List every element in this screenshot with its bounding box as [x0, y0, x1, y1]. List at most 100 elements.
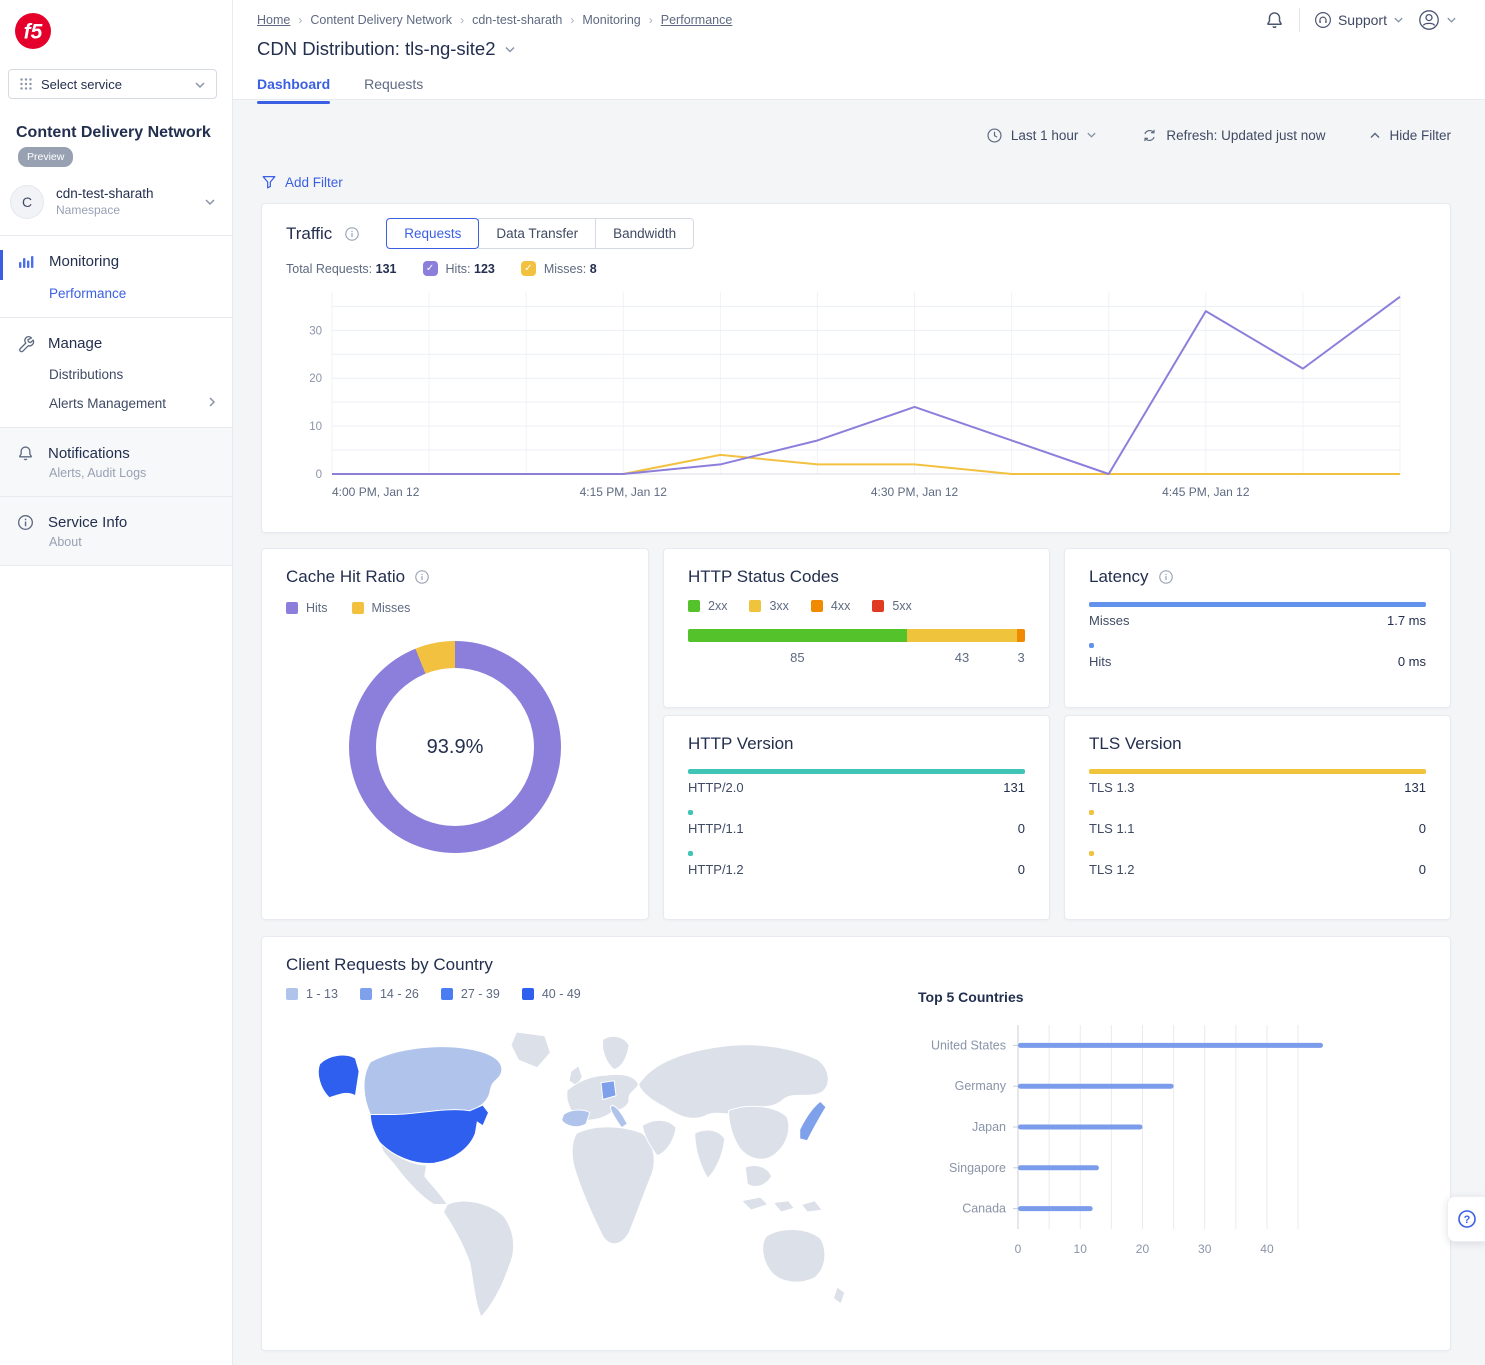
chevron-up-icon [1369, 131, 1381, 140]
traffic-tab-requests[interactable]: Requests [386, 218, 479, 249]
chevron-down-icon [1446, 16, 1457, 24]
add-filter-row: Add Filter [261, 169, 1451, 195]
bar-label: Hits [1089, 654, 1111, 669]
sidebar-item-service-info[interactable]: Service Info [16, 513, 216, 532]
total-requests-value: 131 [376, 262, 397, 276]
status-count-4xx: 3 [1017, 650, 1025, 665]
divider [1299, 8, 1300, 32]
chevron-down-icon[interactable] [504, 45, 516, 54]
sidebar-item-performance[interactable]: Performance [49, 286, 216, 301]
hide-filter-toggle[interactable]: Hide Filter [1369, 128, 1451, 143]
breadcrumb-performance[interactable]: Performance [661, 13, 733, 27]
refresh-label: Refresh: Updated just now [1166, 128, 1325, 143]
headset-icon [1314, 11, 1332, 29]
misses-label: Misses: [544, 262, 586, 276]
sidebar-item-monitoring[interactable]: Monitoring [16, 252, 216, 272]
map-legend: 1 - 13 14 - 26 27 - 39 40 - 49 [286, 987, 896, 1001]
chevron-down-icon [1086, 131, 1097, 139]
http_version-row: HTTP/1.20 [688, 851, 1025, 877]
namespace-selector[interactable]: C cdn-test-sharath Namespace [0, 171, 232, 235]
cache-hit-ratio-card: Cache Hit Ratio Hits Miss [261, 548, 649, 920]
monitoring-label: Monitoring [49, 253, 119, 270]
svg-text:Germany: Germany [955, 1079, 1007, 1093]
manage-label: Manage [48, 335, 102, 352]
select-service-dropdown[interactable]: Select service [8, 69, 217, 99]
add-filter-label: Add Filter [285, 175, 343, 190]
breadcrumb-namespace[interactable]: cdn-test-sharath [472, 13, 562, 27]
preview-badge: Preview [18, 147, 73, 167]
country-map-column: 1 - 13 14 - 26 27 - 39 40 - 49 [286, 977, 896, 1322]
svg-text:30: 30 [1198, 1242, 1212, 1256]
bar-label-row: Misses1.7 ms [1089, 613, 1426, 628]
add-filter-button[interactable]: Add Filter [261, 174, 343, 190]
namespace-name: cdn-test-sharath [56, 186, 154, 201]
misses-legend-label: Misses [372, 601, 411, 615]
app: f5 Select service Content Delivery Netwo… [0, 0, 1485, 1365]
grid-icon [19, 77, 33, 91]
namespace-info: cdn-test-sharath Namespace [56, 186, 154, 217]
traffic-tab-data-transfer[interactable]: Data Transfer [478, 218, 596, 249]
cache-hit-ratio-value: 93.9% [427, 736, 484, 759]
sidebar-section-notifications[interactable]: Notifications Alerts, Audit Logs [0, 428, 232, 496]
donut-hole: 93.9% [376, 668, 534, 826]
time-range-selector[interactable]: Last 1 hour [986, 127, 1098, 144]
support-menu[interactable]: Support [1314, 11, 1404, 29]
sidebar-section-service-info[interactable]: Service Info About [0, 497, 232, 565]
account-menu[interactable] [1418, 9, 1457, 31]
svg-text:Singapore: Singapore [949, 1161, 1006, 1175]
breadcrumb-home[interactable]: Home [257, 13, 290, 27]
breadcrumb-cdn[interactable]: Content Delivery Network [310, 13, 452, 27]
latency-card: Latency Misses1.7 msHits0 ms [1064, 548, 1451, 708]
breadcrumb-separator: › [298, 13, 302, 27]
bar-value: 1.7 ms [1387, 613, 1426, 628]
sidebar-item-notifications[interactable]: Notifications [16, 444, 216, 463]
2xx-swatch [688, 600, 700, 612]
bar-value: 131 [1404, 780, 1426, 795]
info-icon [16, 513, 35, 532]
misses-checkbox[interactable]: ✓ Misses: 8 [521, 261, 597, 276]
tab-dashboard[interactable]: Dashboard [257, 76, 330, 103]
info-icon[interactable] [414, 569, 430, 585]
misses-value: 8 [590, 262, 597, 276]
clock-icon [986, 127, 1003, 144]
traffic-tab-bandwidth[interactable]: Bandwidth [595, 218, 694, 249]
3xx-swatch [749, 600, 761, 612]
bar [1089, 810, 1094, 815]
help-button[interactable]: ? [1447, 1196, 1485, 1242]
sidebar-item-alerts-management[interactable]: Alerts Management [49, 396, 216, 411]
breadcrumb-monitoring[interactable]: Monitoring [582, 13, 640, 27]
select-service-label: Select service [41, 77, 122, 92]
breadcrumb-separator: › [649, 13, 653, 27]
info-icon[interactable] [1158, 569, 1174, 585]
status-count-3xx: 43 [907, 650, 1018, 665]
traffic-title: Traffic [286, 224, 332, 244]
top-header: Home › Content Delivery Network › cdn-te… [233, 0, 1485, 100]
tls-version-bars: TLS 1.3131TLS 1.10TLS 1.20 [1089, 769, 1426, 877]
svg-text:30: 30 [309, 325, 322, 337]
sidebar-item-manage[interactable]: Manage [16, 334, 216, 353]
refresh-button[interactable]: Refresh: Updated just now [1141, 127, 1325, 144]
sidebar-item-distributions[interactable]: Distributions [49, 367, 216, 382]
svg-text:10: 10 [1074, 1242, 1088, 1256]
http-status-codes-card: HTTP Status Codes 2xx 3xx 4xx 5xx 85433 [663, 548, 1050, 708]
hits-checkbox[interactable]: ✓ Hits: 123 [423, 261, 495, 276]
cache-legend: Hits Misses [286, 601, 624, 615]
bar-label-row: TLS 1.10 [1089, 821, 1426, 836]
support-label: Support [1338, 12, 1387, 28]
tab-requests[interactable]: Requests [364, 76, 423, 103]
traffic-stats: Total Requests: 131 ✓ Hits: 123 ✓ Misses… [286, 261, 1426, 276]
legend-item-5xx: 5xx [872, 599, 911, 613]
bucket-1-swatch [286, 988, 298, 1000]
info-icon[interactable] [344, 226, 360, 242]
bar [1089, 602, 1426, 607]
notifications-bell-button[interactable] [1264, 10, 1285, 31]
bar [688, 769, 1025, 774]
4xx-swatch [811, 600, 823, 612]
http-status-codes-title: HTTP Status Codes [688, 567, 839, 586]
latency-row: Hits0 ms [1089, 643, 1426, 669]
question-mark-icon: ? [1457, 1209, 1477, 1229]
svg-text:20: 20 [309, 373, 322, 385]
bar-label-row: HTTP/1.20 [688, 862, 1025, 877]
hits-label: Hits: [446, 262, 471, 276]
dashboard-content: Last 1 hour Refresh: Updated just now Hi… [233, 121, 1485, 1351]
